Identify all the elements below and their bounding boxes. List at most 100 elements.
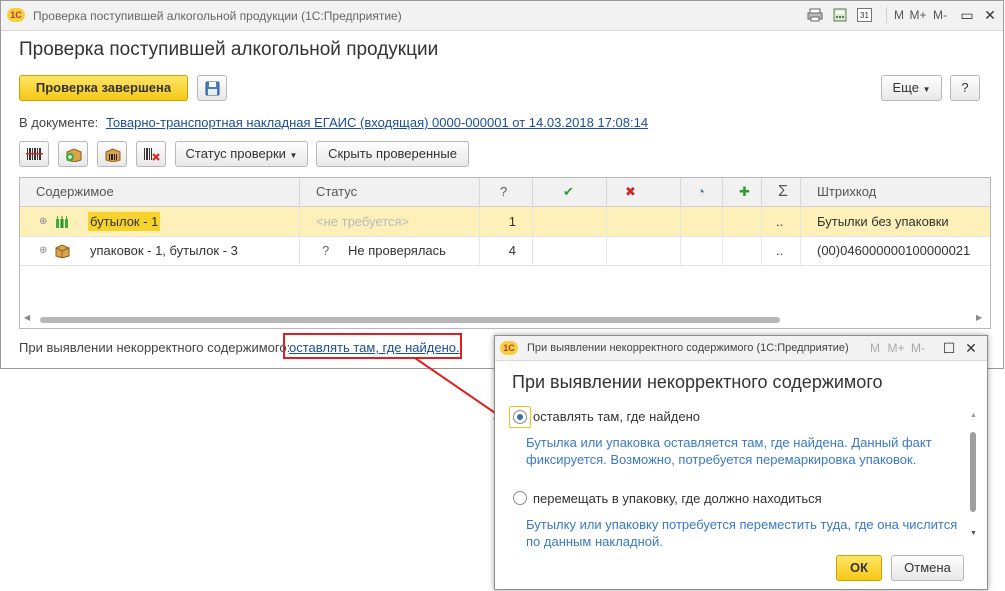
main-title-bar: 1С Проверка поступившей алкогольной прод… <box>1 1 1003 31</box>
row-barcode-cell: Бутылки без упаковки <box>817 214 949 229</box>
maximize-icon[interactable]: ☐ <box>939 339 959 357</box>
table-row[interactable]: ⊕ бутылок - 1 <не требуется> 1 .. Бутылк… <box>20 207 990 237</box>
col-sum-icon[interactable]: Σ <box>762 178 801 206</box>
close-icon[interactable]: ✕ <box>961 339 981 357</box>
row-content-cell: ⊕ бутылок - 1 <box>20 207 300 236</box>
col-content-header[interactable]: Содержимое <box>20 178 300 206</box>
row-added-cell <box>723 207 762 236</box>
document-label: В документе: <box>19 115 99 130</box>
row-status-text: Не проверялась <box>348 243 446 258</box>
dialog-title-bar: 1С При выявлении некорректного содержимо… <box>495 336 987 361</box>
help-button[interactable]: ? <box>950 75 980 101</box>
col-status-header[interactable]: Статус <box>300 178 480 206</box>
option-move-description-line1: Бутылку или упаковку потребуется перемес… <box>526 517 958 532</box>
more-button[interactable]: Еще ▼ <box>881 75 942 101</box>
package-icon <box>55 244 70 258</box>
scroll-down-icon[interactable]: ▼ <box>970 530 977 537</box>
incorrect-content-dialog: 1С При выявлении некорректного содержимо… <box>494 335 988 590</box>
barcode-error-icon <box>144 148 160 161</box>
memory-plus-button[interactable]: M+ <box>885 340 907 356</box>
row-partial-cell <box>681 207 723 236</box>
save-icon <box>205 81 220 96</box>
col-error-icon[interactable]: ✖ <box>607 178 681 206</box>
package-barcode-button[interactable] <box>97 141 127 167</box>
table-header: Содержимое Статус ? ✔ ✖ ◔ ✚ Σ Штрихкод <box>20 178 990 207</box>
document-link[interactable]: Товарно-транспортная накладная ЕГАИС (вх… <box>106 115 648 130</box>
horizontal-scrollbar[interactable]: ◀ ▶ <box>24 313 986 324</box>
minimize-icon[interactable]: ▭ <box>957 6 977 24</box>
option-leave-description-line2: фиксируется. Возможно, потребуется перем… <box>526 452 917 467</box>
col-added-icon[interactable]: ✚ <box>723 178 762 206</box>
col-question-header[interactable]: ? <box>480 178 533 206</box>
barcode-error-button[interactable] <box>136 141 166 167</box>
option-move-label[interactable]: перемещать в упаковку, где должно находи… <box>533 491 822 506</box>
app-logo-icon: 1С <box>500 341 518 355</box>
memory-m-button[interactable]: M <box>867 340 883 356</box>
ok-button[interactable]: ОК <box>836 555 882 581</box>
chevron-down-icon: ▼ <box>289 151 298 160</box>
scrollbar-thumb[interactable] <box>40 317 780 323</box>
divider <box>886 7 887 23</box>
scroll-up-icon[interactable]: ▲ <box>970 412 977 419</box>
col-checked-ok-icon[interactable]: ✔ <box>533 178 607 206</box>
expand-icon[interactable]: ⊕ <box>39 207 47 236</box>
row-sum-cell: .. <box>762 207 801 236</box>
option-leave-description-line1: Бутылка или упаковка оставляется там, гд… <box>526 435 932 450</box>
cancel-button[interactable]: Отмена <box>891 555 964 581</box>
radio-move-to-package[interactable] <box>513 491 527 505</box>
radio-leave-in-place[interactable] <box>513 410 527 424</box>
col-partial-icon[interactable]: ◔ <box>681 178 723 206</box>
row-status-cell: <не требуется> <box>300 207 480 236</box>
bottles-icon <box>56 216 68 228</box>
question-icon: ? <box>322 243 330 258</box>
row-error-cell <box>607 207 681 236</box>
chevron-down-icon: ▼ <box>922 85 931 94</box>
row-barcode-cell: (00)046000000100000021 <box>817 243 971 258</box>
package-barcode-icon <box>105 148 121 162</box>
incorrect-content-label: При выявлении некорректного содержимого: <box>19 340 291 355</box>
row-content-text: бутылок - 1 <box>88 212 161 231</box>
col-barcode-header[interactable]: Штрихкод <box>801 178 990 206</box>
save-button[interactable] <box>197 75 227 101</box>
memory-m-button[interactable]: M <box>891 7 907 23</box>
memory-minus-button[interactable]: M- <box>907 340 929 356</box>
row-added-cell <box>723 236 762 265</box>
close-icon[interactable]: ✕ <box>980 6 1000 24</box>
row-status-cell: ? Не проверялась <box>300 236 480 265</box>
app-logo-icon: 1С <box>7 8 25 22</box>
scrollbar-thumb[interactable] <box>970 432 976 512</box>
check-status-button[interactable]: Статус проверки ▼ <box>175 141 308 167</box>
main-window: 1С Проверка поступившей алкогольной прод… <box>0 0 1004 369</box>
row-ok-cell <box>533 207 607 236</box>
table-row[interactable]: ⊕ упаковок - 1, бутылок - 3 ? Не проверя… <box>20 236 990 266</box>
memory-minus-button[interactable]: M- <box>929 7 951 23</box>
form-title: Проверка поступившей алкогольной продукц… <box>19 39 439 60</box>
expand-icon[interactable]: ⊕ <box>39 236 47 265</box>
row-ok-cell <box>533 236 607 265</box>
scan-barcode-button[interactable] <box>19 141 49 167</box>
row-partial-cell <box>681 236 723 265</box>
option-leave-label[interactable]: оставлять там, где найдено <box>533 409 700 424</box>
row-question-cell: 4 <box>480 236 533 265</box>
check-status-label: Статус проверки <box>185 146 286 161</box>
memory-plus-button[interactable]: M+ <box>907 7 929 23</box>
add-package-button[interactable] <box>58 141 88 167</box>
barcode-scan-icon <box>26 148 43 160</box>
vertical-scrollbar[interactable]: ▲ ▼ <box>969 412 979 542</box>
more-button-label: Еще <box>892 80 919 95</box>
content-table: Содержимое Статус ? ✔ ✖ ◔ ✚ Σ Штрихкод ⊕… <box>19 177 991 329</box>
option-move-description-line2: по данным накладной. <box>526 534 663 549</box>
calculator-icon[interactable] <box>833 8 847 22</box>
dialog-heading: При выявлении некорректного содержимого <box>512 372 883 392</box>
calendar-icon[interactable]: 31 <box>857 8 872 22</box>
row-sum-cell: .. <box>762 236 801 265</box>
print-icon[interactable] <box>807 8 823 22</box>
scroll-right-icon[interactable]: ▶ <box>976 313 982 322</box>
row-error-cell <box>607 236 681 265</box>
hide-checked-button[interactable]: Скрыть проверенные <box>316 141 469 167</box>
scroll-left-icon[interactable]: ◀ <box>24 313 30 322</box>
row-content-text: упаковок - 1, бутылок - 3 <box>90 243 238 258</box>
check-complete-button[interactable]: Проверка завершена <box>19 75 188 101</box>
package-add-icon <box>66 148 82 162</box>
row-content-cell: ⊕ упаковок - 1, бутылок - 3 <box>20 236 300 265</box>
